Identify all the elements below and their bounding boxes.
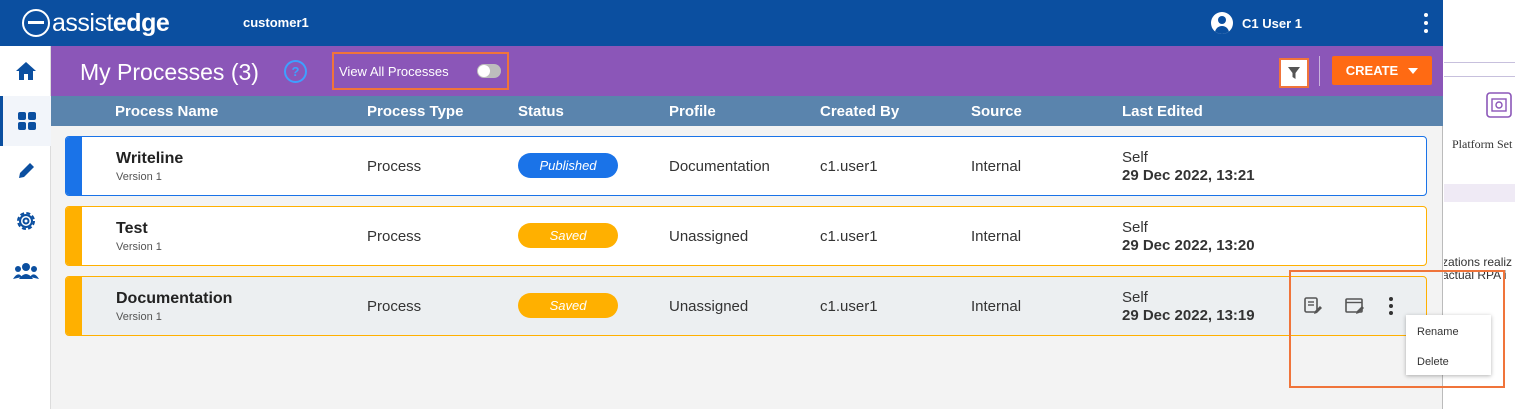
process-version: Version 1 [116,311,162,323]
column-header[interactable]: Created By [820,103,899,120]
create-label: CREATE [1345,63,1399,78]
page-title: My Processes (3) [80,59,259,85]
user-menu[interactable]: C1 User 1 [1211,12,1302,34]
background-text: zations realiz [1444,255,1513,269]
column-header[interactable]: Profile [669,103,716,120]
sidebar-item-home[interactable] [0,46,51,96]
logo-text-bold: edge [112,8,170,37]
process-profile: Unassigned [669,298,749,315]
edited-by: Self [1122,219,1148,236]
created-by: c1.user1 [820,158,878,175]
process-name: Writeline [116,150,184,167]
user-avatar-icon [1211,12,1233,34]
create-button[interactable]: CREATE [1332,56,1432,85]
process-name: Documentation [116,290,233,307]
help-icon[interactable]: ? [284,60,307,83]
assistedge-logo[interactable]: assistedge [22,8,170,38]
view-all-label: View All Processes [339,64,449,79]
table-row[interactable]: Documentation Version 1 Process Saved Un… [65,276,1427,336]
edited-at: 29 Dec 2022, 13:20 [1122,237,1255,254]
column-header[interactable]: Last Edited [1122,103,1203,120]
header-divider [1319,56,1320,86]
sidebar-item-dashboard[interactable] [0,96,51,146]
filter-button[interactable] [1279,58,1309,88]
created-by: c1.user1 [820,228,878,245]
filter-icon [1288,67,1300,79]
process-type: Process [367,158,422,175]
process-type: Process [367,228,422,245]
sidebar-item-settings[interactable] [0,196,51,246]
row-status-stripe [66,137,82,195]
pencil-icon [18,163,34,178]
customer-name: customer1 [243,15,309,30]
caret-down-icon [1408,67,1419,74]
user-name: C1 User 1 [1242,15,1302,31]
row-status-stripe [66,277,82,335]
page-header: My Processes (3) ? View All Processes CR… [51,46,1443,96]
column-header[interactable]: Source [971,103,1022,120]
column-header[interactable]: Status [518,103,564,120]
table-row[interactable]: Writeline Version 1 Process Published Do… [65,136,1427,196]
process-profile: Unassigned [669,228,749,245]
process-name: Test [116,220,148,237]
logo-mark-icon [22,9,50,37]
rename-menu-item[interactable]: Rename [1417,326,1459,338]
platform-settings-label: Platform Set [1452,137,1513,151]
sidebar-item-users[interactable] [0,246,51,296]
sidebar [0,46,51,409]
row-context-menu: Rename Delete [1406,315,1491,375]
process-source: Internal [971,228,1022,245]
column-header[interactable]: Process Name [115,103,218,120]
table-header: Process Name Process Type Status Profile… [51,96,1443,126]
dashboard-icon [18,112,36,130]
view-all-toggle[interactable] [477,64,501,78]
users-icon [12,263,39,279]
column-header[interactable]: Process Type [367,103,463,120]
process-version: Version 1 [116,241,162,253]
process-source: Internal [971,298,1022,315]
process-type: Process [367,298,422,315]
delete-menu-item[interactable]: Delete [1417,356,1449,368]
process-profile: Documentation [669,158,770,175]
edited-at: 29 Dec 2022, 13:21 [1122,167,1255,184]
created-by: c1.user1 [820,298,878,315]
process-version: Version 1 [116,171,162,183]
home-icon [15,62,36,80]
edited-by: Self [1122,149,1148,166]
status-badge: Saved [518,223,618,248]
app-menu-icon[interactable] [1419,13,1433,33]
platform-settings-icon [1486,92,1512,118]
logo-text-light: assist [52,8,113,37]
status-badge: Saved [518,293,618,318]
edited-at: 29 Dec 2022, 13:19 [1122,307,1255,324]
top-bar: assistedge customer1 C1 User 1 [0,0,1443,46]
row-status-stripe [66,207,82,265]
sidebar-item-edit[interactable] [0,146,51,196]
table-row[interactable]: Test Version 1 Process Saved Unassigned … [65,206,1427,266]
edited-by: Self [1122,289,1148,306]
process-source: Internal [971,158,1022,175]
status-badge: Published [518,153,618,178]
gear-icon [16,212,35,230]
app-window: assistedge customer1 C1 User 1 My Proces… [0,0,1443,409]
